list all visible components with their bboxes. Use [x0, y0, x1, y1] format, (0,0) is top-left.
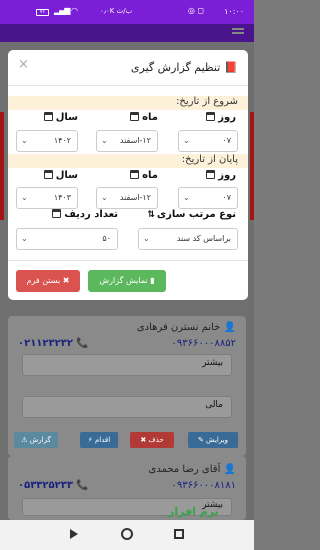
user-icon: 👤 [223, 464, 236, 475]
contact-name-2: آقای رضا محمدی 👤 [148, 464, 236, 475]
close-icon: ✖ [140, 436, 147, 444]
chevron-down-icon: ⌄ [21, 136, 28, 145]
close-form-button[interactable]: ✖ بستن فرم [16, 270, 80, 292]
menu-icon[interactable] [232, 28, 244, 36]
show-report-button[interactable]: ▮ نمایش گزارش [88, 270, 166, 292]
close-icon[interactable]: × [18, 57, 29, 72]
to-month-select[interactable]: ⌄ ۱۲-اسفند [96, 187, 158, 209]
action-button[interactable]: ⚡ اقدام [80, 432, 118, 448]
status-bar: ۱۰:۰۰ ◎ ◻ ۰٫۰K ب/ث ▂▄▆ ◠ ۷۶ [0, 0, 254, 24]
recent-apps-icon[interactable] [174, 529, 184, 539]
network-speed: ۰٫۰K ب/ث [100, 7, 133, 15]
chevron-down-icon: ⌄ [21, 234, 28, 243]
to-day-label: روز [206, 170, 236, 181]
contact-card: خانم نسترن فرهادی 👤 ۰۲۱۱۲۳۲۳۲ 📞 ۰۹۳۶۶۰۰۰… [8, 316, 246, 456]
back-icon[interactable] [70, 529, 78, 539]
bookmark-icon: ▮ [150, 276, 155, 285]
calendar-icon [52, 209, 62, 218]
chevron-down-icon: ⌄ [21, 193, 28, 202]
from-day-select[interactable]: ⌄ ۰۷ [178, 130, 238, 152]
to-year-label: سال [43, 170, 78, 181]
from-day-label: روز [206, 112, 236, 123]
from-year-select[interactable]: ⌄ ۱۴۰۲ [16, 130, 78, 152]
report-settings-dialog: 📕تنظیم گزارش گیری × شروع از تاریخ: روز م… [8, 50, 248, 300]
contact-mobile[interactable]: ۰۹۳۶۶۰۰۰۸۸۵۲ [172, 338, 236, 349]
calendar-icon [43, 170, 53, 179]
calendar-icon [206, 112, 216, 121]
phone-icon: 📞 [76, 480, 89, 491]
contact-name: خانم نسترن فرهادی 👤 [136, 322, 236, 333]
chevron-down-icon: ⌄ [101, 136, 108, 145]
contact-mobile-2[interactable]: ۰۹۳۶۶۰۰۰۸۱۸۱ [172, 480, 236, 491]
signal-icon: ▂▄▆ ◠ [54, 6, 78, 15]
sort-icon: ⇅ [147, 210, 155, 220]
from-date-section: شروع از تاریخ: [8, 96, 248, 110]
notification-icons: ◎ ◻ [187, 6, 204, 15]
contact-landline[interactable]: ۰۲۱۱۲۳۲۳۲ 📞 [18, 338, 89, 349]
sort-type-label: نوع مرتب سازی⇅ [147, 209, 236, 220]
row-count-label: تعداد ردیف [52, 209, 118, 220]
dialog-footer: ▮ نمایش گزارش ✖ بستن فرم [8, 260, 248, 300]
warning-icon: ⚠ [21, 436, 28, 444]
error-border-right [250, 112, 254, 220]
home-icon[interactable] [121, 528, 133, 540]
from-month-label: ماه [130, 112, 158, 123]
to-month-label: ماه [130, 170, 158, 181]
chevron-down-icon: ⌄ [183, 193, 190, 202]
chevron-down-icon: ⌄ [183, 136, 190, 145]
to-year-select[interactable]: ⌄ ۱۴۰۳ [16, 187, 78, 209]
from-year-label: سال [43, 112, 78, 123]
finance-box[interactable]: مالی [22, 396, 232, 418]
phone-icon: 📞 [76, 338, 89, 349]
app-bar [0, 24, 254, 42]
chevron-down-icon: ⌄ [101, 193, 108, 202]
edit-button[interactable]: ✎ ویرایش [188, 432, 238, 448]
to-day-select[interactable]: ⌄ ۰۷ [178, 187, 238, 209]
dialog-header: 📕تنظیم گزارش گیری × [8, 50, 248, 86]
calendar-icon [43, 112, 53, 121]
calendar-icon [130, 170, 140, 179]
from-month-select[interactable]: ⌄ ۱۲-اسفند [96, 130, 158, 152]
calendar-icon [206, 170, 216, 179]
pencil-icon: ✎ [197, 436, 204, 444]
watermark: نرم افزار [168, 505, 219, 518]
delete-button[interactable]: ✖ حذف [130, 432, 174, 448]
bolt-icon: ⚡ [87, 436, 93, 444]
clock: ۱۰:۰۰ [224, 7, 244, 16]
report-button[interactable]: ⚠ گزارش [14, 432, 58, 448]
row-count-select[interactable]: ⌄ ۵۰ [16, 228, 118, 250]
system-nav-bar [0, 520, 254, 550]
calendar-icon [130, 112, 140, 121]
battery-icon: ۷۶ [36, 9, 49, 16]
to-date-section: پایان از تاریخ: [8, 154, 248, 168]
more-box[interactable]: بیشتر [22, 354, 232, 376]
error-border-left [0, 112, 4, 220]
chevron-down-icon: ⌄ [143, 234, 150, 243]
dialog-title: 📕تنظیم گزارش گیری [130, 61, 238, 74]
sort-type-select[interactable]: ⌄ براساس کد سند [138, 228, 238, 250]
book-icon: 📕 [224, 61, 238, 74]
close-icon: ✖ [62, 276, 70, 285]
contact-landline-2[interactable]: ۰۵۳۳۲۵۲۳۳ 📞 [18, 480, 89, 491]
user-icon: 👤 [223, 322, 236, 333]
